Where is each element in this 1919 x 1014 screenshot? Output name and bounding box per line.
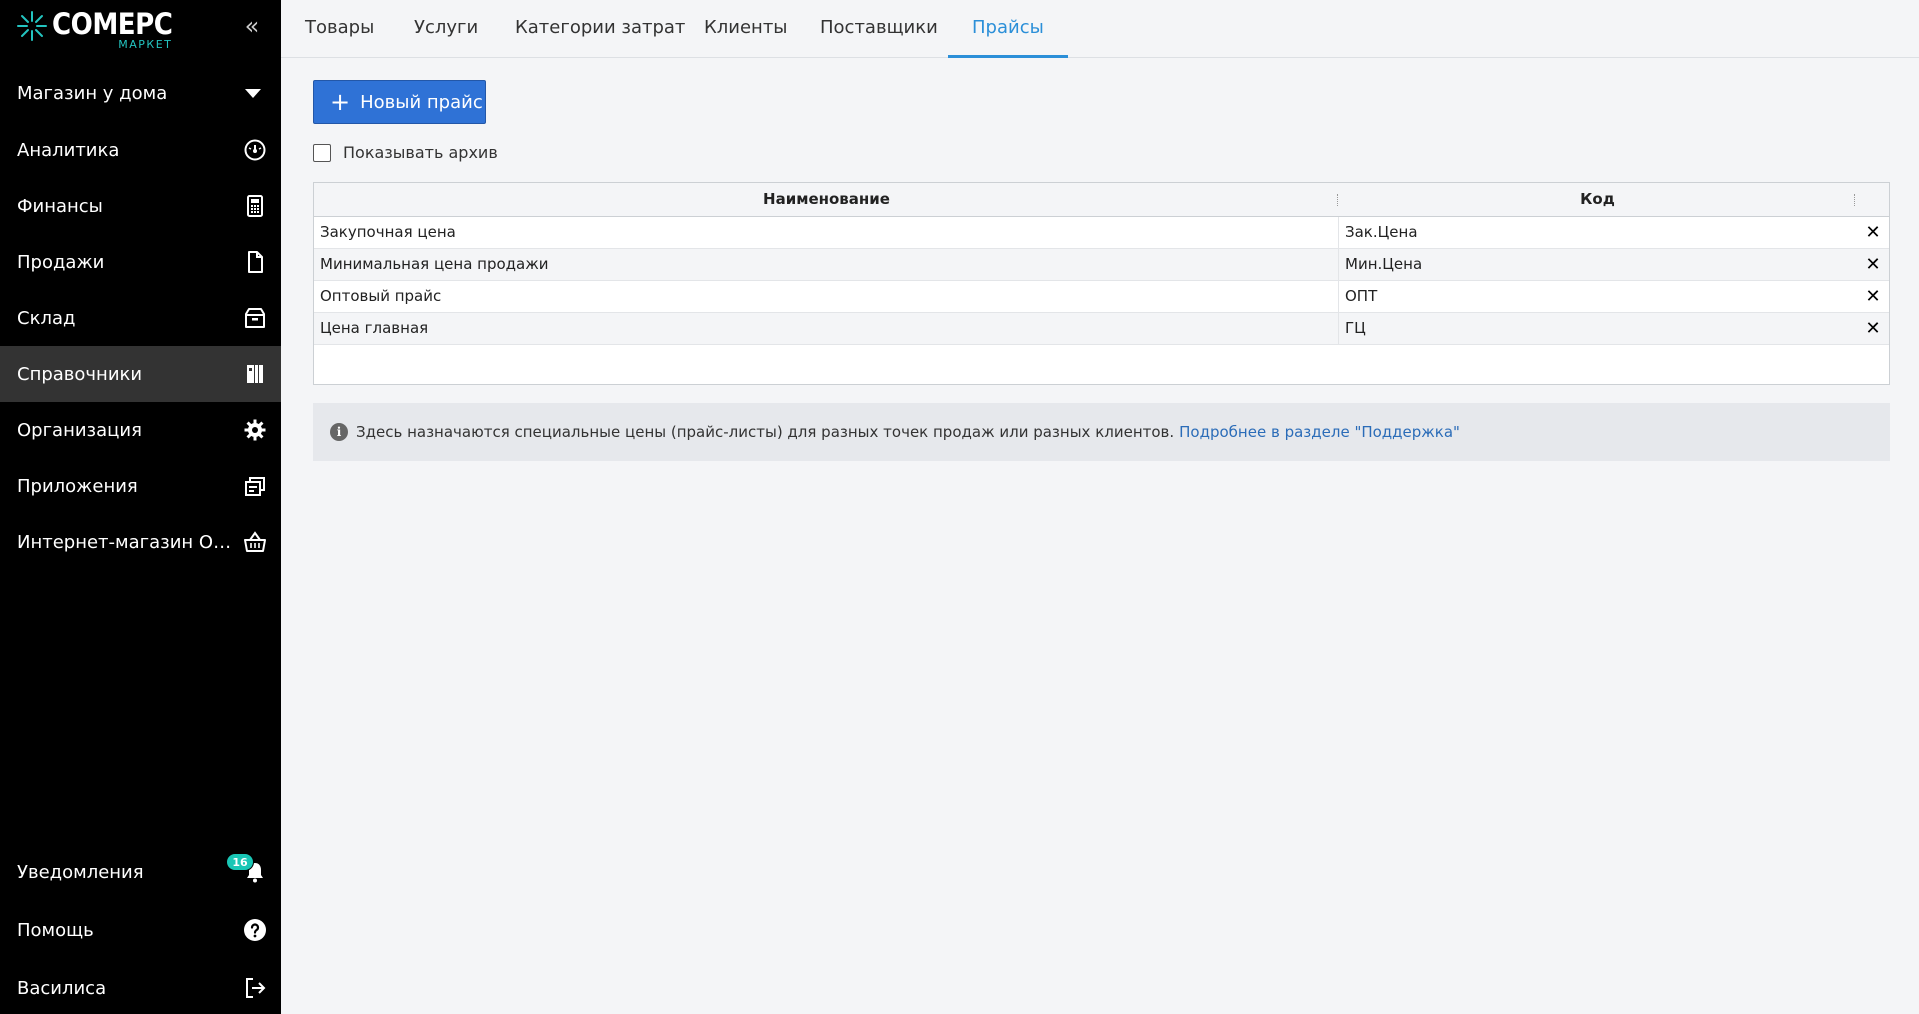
tab-clients[interactable]: Клиенты <box>680 0 812 58</box>
logo[interactable]: COMEPC МАРКЕТ <box>16 7 173 54</box>
sidebar-item-label: Склад <box>17 307 76 329</box>
sidebar-item-label: Организация <box>17 419 142 441</box>
column-resize-handle[interactable] <box>1854 194 1856 206</box>
top-tabs: Товары Услуги Категории затрат Клиенты П… <box>281 0 1919 58</box>
table-row[interactable]: Оптовый прайс ОПТ ✕ <box>314 281 1889 313</box>
info-icon: i <box>330 423 348 441</box>
support-link[interactable]: Подробнее в разделе "Поддержка" <box>1179 423 1460 441</box>
cell-code: ОПТ <box>1345 287 1378 305</box>
store-selector[interactable]: Магазин у дома <box>0 72 281 114</box>
plus-icon: + <box>330 88 351 116</box>
sidebar-item-help[interactable]: Помощь <box>0 901 281 959</box>
tab-prices[interactable]: Прайсы <box>948 0 1068 58</box>
sidebar-item-label: Уведомления <box>17 861 144 883</box>
sidebar-item-label: Справочники <box>17 363 143 385</box>
delete-icon[interactable]: ✕ <box>1856 313 1890 344</box>
table-row[interactable]: Закупочная цена Зак.Цена ✕ <box>314 217 1889 249</box>
cell-code: Зак.Цена <box>1345 223 1418 241</box>
store-name: Магазин у дома <box>17 82 168 104</box>
tab-expense-categories[interactable]: Категории затрат <box>491 0 709 58</box>
tab-suppliers[interactable]: Поставщики <box>796 0 962 58</box>
sidebar-item-label: Приложения <box>17 475 138 497</box>
show-archive-label: Показывать архив <box>343 143 498 162</box>
column-header-code[interactable]: Код <box>1339 183 1856 216</box>
sidebar-bottom: Уведомления 16 Помощь Василиса <box>0 843 281 1014</box>
info-banner: i Здесь назначаются специальные цены (пр… <box>313 403 1890 461</box>
cell-code: ГЦ <box>1345 319 1366 337</box>
delete-icon[interactable]: ✕ <box>1856 281 1890 312</box>
sidebar-item-sales[interactable]: Продажи <box>0 234 281 290</box>
cell-name: Закупочная цена <box>314 217 1339 248</box>
column-header-name[interactable]: Наименование <box>314 183 1339 216</box>
cell-name: Оптовый прайс <box>314 281 1339 312</box>
cell-name: Цена главная <box>314 313 1339 344</box>
sidebar-item-label: Продажи <box>17 251 105 273</box>
sidebar-item-apps[interactable]: Приложения <box>0 458 281 514</box>
delete-icon[interactable]: ✕ <box>1856 249 1890 280</box>
cell-code: Мин.Цена <box>1345 255 1423 273</box>
basket-icon <box>243 530 267 554</box>
new-price-button-label: Новый прайс <box>360 91 483 113</box>
sidebar-item-opencart[interactable]: Интернет-магазин Opencart <box>0 514 281 570</box>
sidebar-item-directories[interactable]: Справочники <box>0 346 281 402</box>
table-row[interactable]: Цена главная ГЦ ✕ <box>314 313 1889 345</box>
logo-title: COMEPC <box>52 7 173 41</box>
tab-services[interactable]: Услуги <box>390 0 502 58</box>
logout-icon[interactable] <box>243 976 267 1000</box>
sidebar: COMEPC МАРКЕТ « Магазин у дома Аналитика… <box>0 0 281 1014</box>
logo-star-icon <box>17 11 47 41</box>
table-row[interactable]: Минимальная цена продажи Мин.Цена ✕ <box>314 249 1889 281</box>
gear-icon <box>243 418 267 442</box>
sidebar-item-organization[interactable]: Организация <box>0 402 281 458</box>
sidebar-item-finance[interactable]: Финансы <box>0 178 281 234</box>
calculator-icon <box>243 194 267 218</box>
books-icon <box>243 362 267 386</box>
prices-table: Наименование Код Закупочная цена Зак.Цен… <box>313 182 1890 385</box>
show-archive-toggle[interactable]: Показывать архив <box>313 143 498 162</box>
user-name: Василиса <box>17 977 107 999</box>
delete-icon[interactable]: ✕ <box>1856 217 1890 248</box>
sidebar-item-user[interactable]: Василиса <box>0 959 281 1014</box>
sidebar-item-label: Финансы <box>17 195 103 217</box>
gauge-icon <box>243 138 267 162</box>
caret-down-icon <box>245 89 261 98</box>
sidebar-item-label: Помощь <box>17 919 94 941</box>
sidebar-item-label: Аналитика <box>17 139 120 161</box>
show-archive-checkbox[interactable] <box>313 143 331 162</box>
windows-icon <box>243 474 267 498</box>
new-price-button[interactable]: + Новый прайс <box>313 80 486 124</box>
table-header: Наименование Код <box>314 183 1889 217</box>
sidebar-item-notifications[interactable]: Уведомления 16 <box>0 843 281 901</box>
sidebar-item-label: Интернет-магазин Opencart <box>17 531 239 553</box>
sidebar-item-warehouse[interactable]: Склад <box>0 290 281 346</box>
notification-count-badge: 16 <box>226 853 254 871</box>
document-icon <box>243 250 267 274</box>
info-text: Здесь назначаются специальные цены (прай… <box>356 423 1175 441</box>
box-icon <box>243 306 267 330</box>
cell-name: Минимальная цена продажи <box>314 249 1339 280</box>
tab-products[interactable]: Товары <box>281 0 398 58</box>
sidebar-nav: Аналитика Финансы Продажи Склад Справочн… <box>0 122 281 570</box>
collapse-sidebar-icon[interactable]: « <box>240 14 264 38</box>
sidebar-item-analytics[interactable]: Аналитика <box>0 122 281 178</box>
help-icon <box>243 918 267 942</box>
